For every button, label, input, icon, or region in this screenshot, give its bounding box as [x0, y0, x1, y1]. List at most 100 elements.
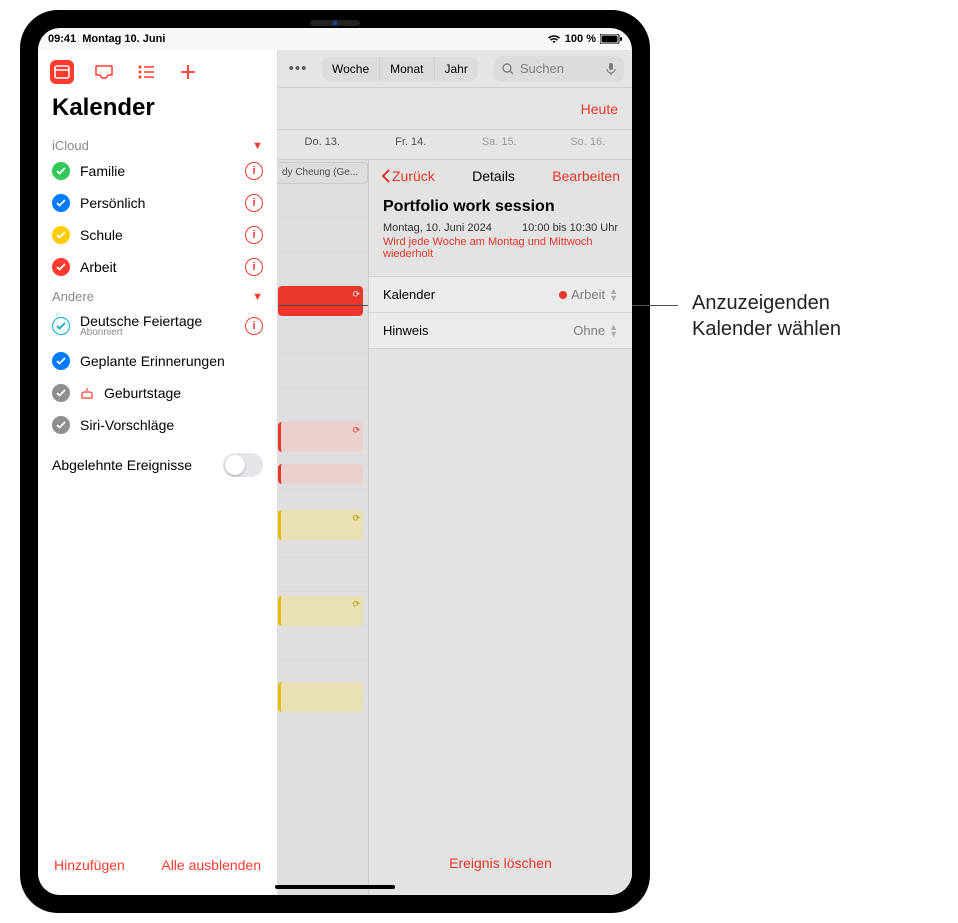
camera-notch	[310, 20, 360, 26]
callout-line2: Kalender wählen	[692, 316, 841, 342]
search-field[interactable]: Suchen	[494, 56, 624, 82]
calendar-label: Siri-Vorschläge	[80, 417, 263, 433]
alert-selector-row[interactable]: Hinweis Ohne ▲▼	[369, 313, 632, 349]
calendar-item-schule[interactable]: Schule i	[38, 219, 277, 251]
checkmark-icon	[52, 162, 70, 180]
chevron-left-icon	[381, 169, 390, 183]
battery-icon	[600, 34, 622, 44]
seg-year[interactable]: Jahr	[435, 57, 478, 81]
section-icloud-header[interactable]: iCloud ▼	[38, 132, 277, 155]
event-title: Portfolio work session	[383, 198, 618, 216]
icloud-calendar-list: Familie i Persönlich i Schule i	[38, 155, 277, 283]
repeat-icon: ⟳	[352, 599, 360, 610]
declined-events-row: Abgelehnte Ereignisse	[38, 441, 277, 489]
callout-line1: Anzuzeigenden	[692, 290, 841, 316]
calendar-value-text: Arbeit	[571, 287, 605, 302]
status-date: Montag 10. Juni	[82, 33, 165, 45]
calendar-selector-row[interactable]: Kalender Arbeit ▲▼	[369, 276, 632, 313]
info-icon[interactable]: i	[245, 194, 263, 212]
more-icon[interactable]: •••	[286, 60, 310, 77]
alert-value-text: Ohne	[573, 323, 605, 338]
updown-icon: ▲▼	[609, 288, 618, 302]
screen: 09:41 Montag 10. Juni 100 %	[38, 28, 632, 895]
wifi-icon	[547, 34, 561, 44]
sidebar-footer: Hinzufügen Alle ausblenden	[38, 843, 277, 895]
list-button[interactable]	[134, 60, 158, 84]
calendar-label: Persönlich	[80, 195, 235, 211]
repeat-icon: ⟳	[352, 513, 360, 524]
checkmark-icon	[52, 384, 70, 402]
seg-month[interactable]: Monat	[380, 57, 434, 81]
calendar-item-feiertage[interactable]: Deutsche Feiertage Abonniert i	[38, 306, 277, 345]
calendar-view-button[interactable]	[50, 60, 74, 84]
search-placeholder: Suchen	[520, 61, 564, 76]
alert-row-value: Ohne ▲▼	[573, 323, 618, 338]
back-button[interactable]: Zurück	[381, 168, 435, 184]
calendar-item-geburtstage[interactable]: Geburtstage	[38, 377, 277, 409]
calendar-item-erinnerungen[interactable]: Geplante Erinnerungen	[38, 345, 277, 377]
checkmark-icon	[52, 416, 70, 434]
other-calendar-list: Deutsche Feiertage Abonniert i Geplante …	[38, 306, 277, 441]
day-header[interactable]: Do. 13.	[278, 130, 367, 159]
event-datetime: Montag, 10. Juni 2024 10:00 bis 10:30 Uh…	[369, 218, 632, 234]
day-header[interactable]: Sa. 15.	[455, 130, 544, 159]
seg-week[interactable]: Woche	[322, 57, 380, 81]
section-andere-header[interactable]: Andere ▼	[38, 283, 277, 306]
repeat-icon: ⟳	[352, 425, 360, 436]
back-label: Zurück	[392, 168, 435, 184]
home-indicator[interactable]	[275, 885, 395, 889]
info-icon[interactable]: i	[245, 258, 263, 276]
info-icon[interactable]: i	[245, 317, 263, 335]
event-time: 10:00 bis 10:30 Uhr	[522, 222, 618, 234]
checkmark-icon	[52, 258, 70, 276]
info-icon[interactable]: i	[245, 226, 263, 244]
event-block[interactable]: ⟳	[278, 286, 363, 316]
declined-toggle[interactable]	[223, 453, 263, 477]
day-headers: Do. 13. Fr. 14. Sa. 15. So. 16.	[278, 130, 632, 160]
day-header[interactable]: So. 16.	[544, 130, 633, 159]
section-icloud-label: iCloud	[52, 138, 89, 153]
calendar-item-familie[interactable]: Familie i	[38, 155, 277, 187]
info-icon[interactable]: i	[245, 162, 263, 180]
cake-icon	[80, 386, 94, 400]
calendar-label: Geburtstage	[104, 385, 263, 401]
add-calendar-button[interactable]: Hinzufügen	[54, 857, 125, 873]
main-toolbar: ••• Woche Monat Jahr Suchen	[278, 50, 632, 88]
subheader: Heute	[278, 88, 632, 130]
detail-title: Details	[472, 168, 515, 184]
calendar-label: Arbeit	[80, 259, 235, 275]
chevron-down-icon: ▼	[252, 291, 263, 303]
inbox-button[interactable]	[92, 60, 116, 84]
ipad-frame: 09:41 Montag 10. Juni 100 %	[20, 10, 650, 913]
today-button[interactable]: Heute	[581, 101, 618, 117]
calendar-item-siri[interactable]: Siri-Vorschläge	[38, 409, 277, 441]
calendar-item-persoenlich[interactable]: Persönlich i	[38, 187, 277, 219]
edit-button[interactable]: Bearbeiten	[552, 168, 620, 184]
chevron-down-icon: ▼	[252, 140, 263, 152]
event-block[interactable]: ⟳	[278, 596, 363, 626]
event-block[interactable]	[278, 682, 363, 712]
declined-label: Abgelehnte Ereignisse	[52, 457, 192, 473]
status-time: 09:41	[48, 33, 76, 45]
delete-event-button[interactable]: Ereignis löschen	[369, 839, 632, 895]
calendar-item-arbeit[interactable]: Arbeit i	[38, 251, 277, 283]
calendar-label: Deutsche Feiertage Abonniert	[80, 313, 235, 338]
sidebar: Kalender iCloud ▼ Familie i	[38, 50, 278, 895]
detail-header: Zurück Details Bearbeiten	[369, 160, 632, 192]
status-left: 09:41 Montag 10. Juni	[48, 33, 165, 45]
calendar-grid: ⟳ ⟳ ⟳ ⟳	[278, 184, 368, 845]
allday-event-peek[interactable]: dy Cheung (Ge...	[278, 162, 368, 184]
event-block[interactable]: ⟳	[278, 510, 363, 540]
add-button[interactable]	[176, 60, 200, 84]
event-block[interactable]: ⟳	[278, 422, 363, 452]
checkmark-icon	[52, 194, 70, 212]
event-block[interactable]	[278, 464, 363, 484]
status-right: 100 %	[547, 33, 622, 45]
hide-all-button[interactable]: Alle ausblenden	[161, 857, 261, 873]
calendar-color-dot	[559, 291, 567, 299]
main-area: ••• Woche Monat Jahr Suchen	[278, 50, 632, 895]
day-header[interactable]: Fr. 14.	[367, 130, 456, 159]
event-detail-panel: Zurück Details Bearbeiten Portfolio work…	[368, 160, 632, 895]
mic-icon[interactable]	[606, 62, 616, 76]
sidebar-toolbar	[38, 50, 277, 90]
